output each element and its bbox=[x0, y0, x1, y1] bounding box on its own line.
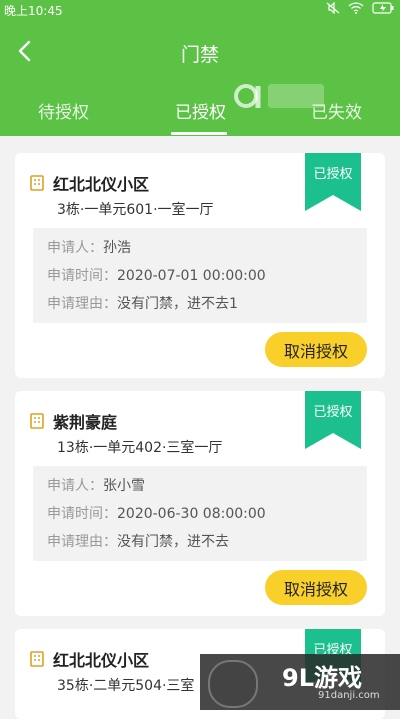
applicant-value: 张小雪 bbox=[103, 478, 145, 494]
mute-icon bbox=[326, 2, 340, 14]
apply-time-label: 申请时间： bbox=[47, 268, 117, 284]
request-info: 申请人：孙浩 申请时间：2020-07-01 00:00:00 申请理由：没有门… bbox=[33, 228, 367, 323]
tab-active-indicator bbox=[171, 132, 227, 135]
reason-row: 申请理由：没有门禁，进不去 bbox=[47, 531, 229, 551]
tab-authorized[interactable]: 已授权 bbox=[175, 98, 226, 123]
unit-address: 13栋·一单元402·三室一厅 bbox=[57, 440, 223, 456]
status-bar: 晚上10:45 bbox=[0, 0, 400, 20]
watermark-circle-icon bbox=[208, 660, 258, 708]
applicant-label: 申请人： bbox=[47, 478, 103, 494]
authorization-card: 紫荆豪庭 13栋·一单元402·三室一厅 已授权 申请人：张小雪 申请时间：20… bbox=[15, 391, 385, 616]
authorization-card: 红北北仪小区 3栋·一单元601·一室一厅 已授权 申请人：孙浩 申请时间：20… bbox=[15, 153, 385, 378]
apply-time-label: 申请时间： bbox=[47, 506, 117, 522]
applicant-value: 孙浩 bbox=[103, 240, 131, 256]
tab-bar: 待授权 已授权 已失效 bbox=[0, 98, 400, 136]
apply-time-value: 2020-06-30 08:00:00 bbox=[117, 506, 266, 522]
building-icon bbox=[30, 651, 44, 667]
applicant-row: 申请人：孙浩 bbox=[47, 237, 131, 257]
reason-label: 申请理由： bbox=[47, 534, 117, 550]
page-title: 门禁 bbox=[180, 44, 219, 66]
reason-label: 申请理由： bbox=[47, 296, 117, 312]
status-time: 晚上10:45 bbox=[4, 4, 63, 18]
applicant-row: 申请人：张小雪 bbox=[47, 475, 145, 495]
status-badge: 已授权 bbox=[305, 391, 361, 449]
apply-time-row: 申请时间：2020-07-01 00:00:00 bbox=[47, 265, 266, 285]
building-icon bbox=[30, 175, 44, 191]
watermark-text: 9L游戏 bbox=[282, 664, 362, 692]
community-name: 红北北仪小区 bbox=[53, 651, 150, 670]
wifi-icon bbox=[348, 2, 364, 14]
unit-address: 3栋·一单元601·一室一厅 bbox=[57, 202, 214, 218]
watermark-banner: 9L游戏 91danji.com bbox=[200, 654, 400, 710]
watermark-logo-icon bbox=[234, 84, 324, 108]
status-badge-label: 已授权 bbox=[313, 167, 353, 182]
cancel-authorization-button[interactable]: 取消授权 bbox=[265, 332, 367, 367]
unit-address: 35栋·二单元504·三室 bbox=[57, 678, 195, 694]
building-icon bbox=[30, 413, 44, 429]
tab-pending[interactable]: 待授权 bbox=[38, 98, 89, 123]
status-badge-label: 已授权 bbox=[313, 405, 353, 420]
reason-value: 没有门禁，进不去1 bbox=[117, 296, 238, 312]
cancel-authorization-button[interactable]: 取消授权 bbox=[265, 570, 367, 605]
community-name: 红北北仪小区 bbox=[53, 175, 150, 194]
status-badge: 已授权 bbox=[305, 153, 361, 211]
community-name: 紫荆豪庭 bbox=[53, 413, 118, 432]
battery-icon bbox=[372, 2, 394, 14]
apply-time-value: 2020-07-01 00:00:00 bbox=[117, 268, 266, 284]
request-info: 申请人：张小雪 申请时间：2020-06-30 08:00:00 申请理由：没有… bbox=[33, 466, 367, 561]
app-header: 门禁 待授权 已授权 已失效 bbox=[0, 20, 400, 136]
apply-time-row: 申请时间：2020-06-30 08:00:00 bbox=[47, 503, 266, 523]
applicant-label: 申请人： bbox=[47, 240, 103, 256]
watermark-url: 91danji.com bbox=[318, 690, 380, 701]
status-icons bbox=[326, 2, 394, 14]
reason-row: 申请理由：没有门禁，进不去1 bbox=[47, 293, 238, 313]
reason-value: 没有门禁，进不去 bbox=[117, 534, 229, 550]
